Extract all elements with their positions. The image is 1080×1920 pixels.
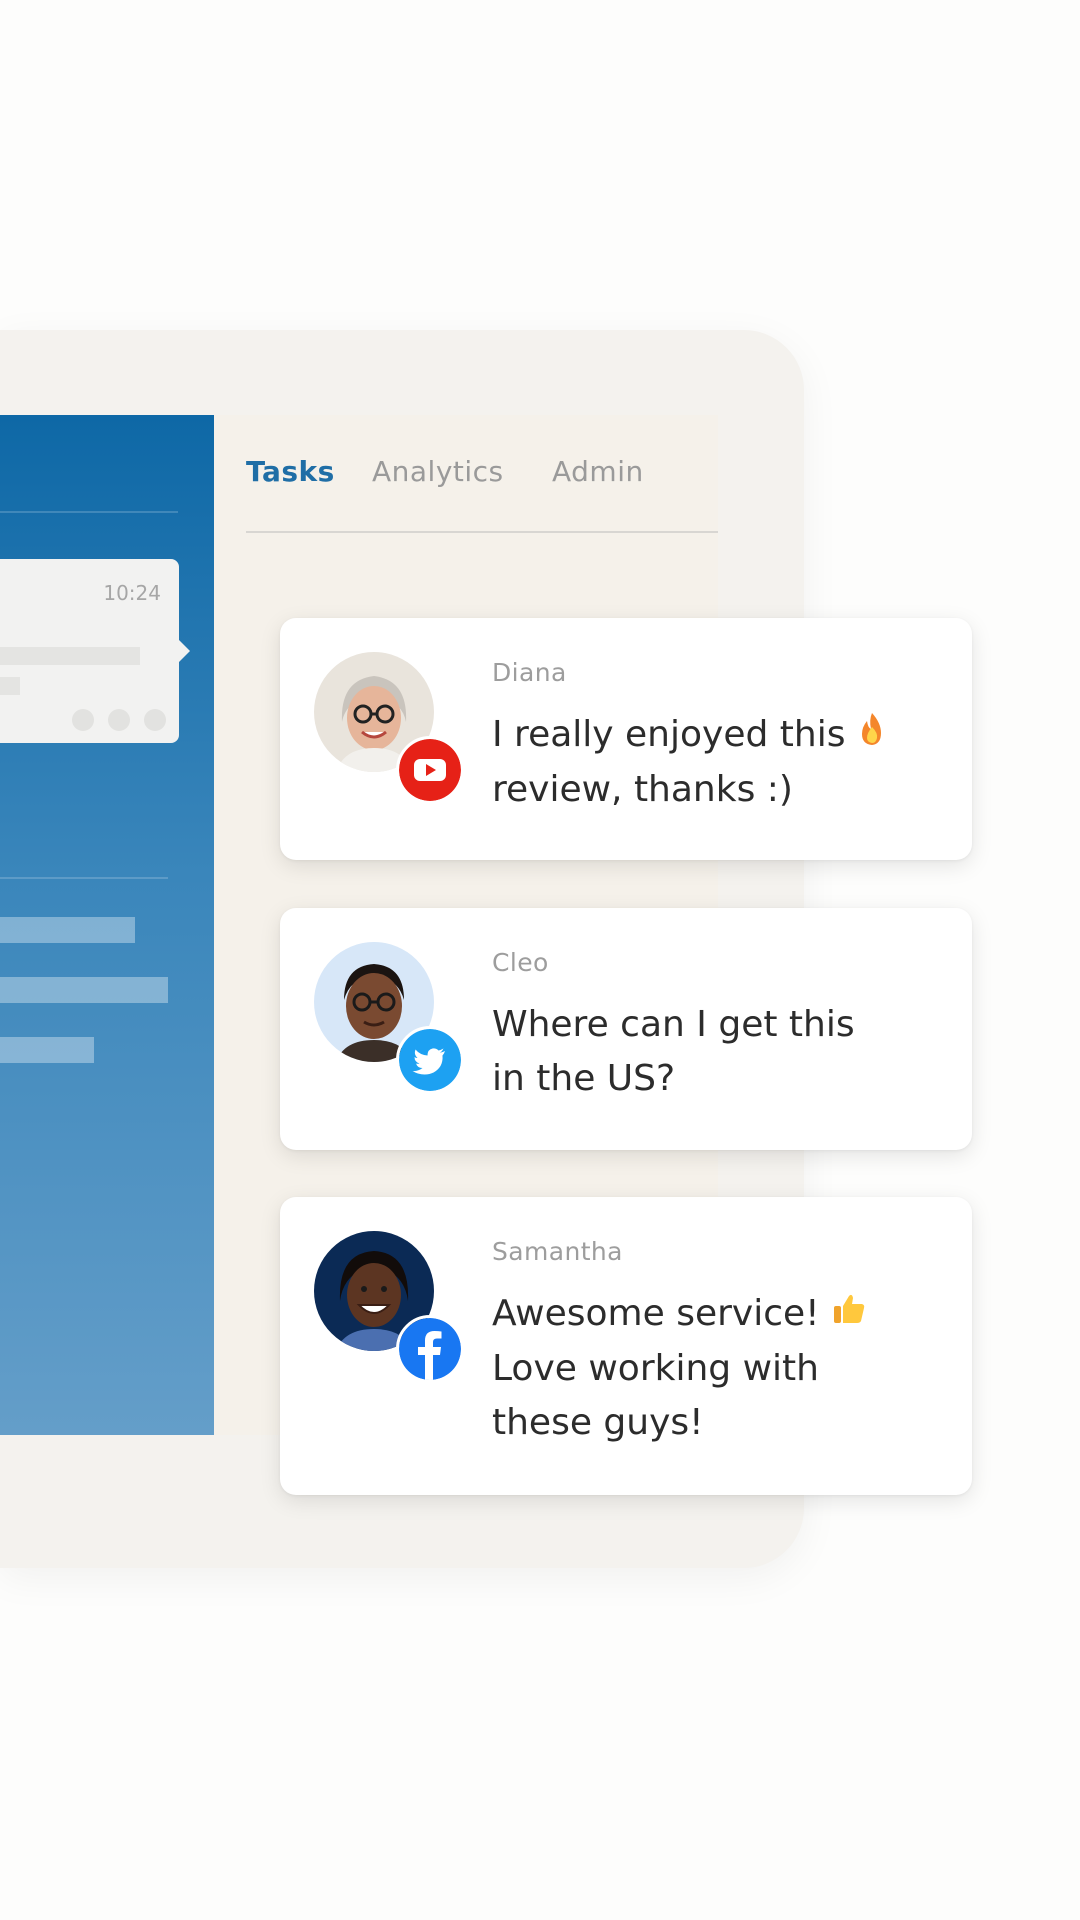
- comment-line: in the US?: [492, 1058, 676, 1099]
- chat-preview-line: [0, 677, 20, 695]
- youtube-icon: [396, 736, 464, 804]
- facebook-icon: [396, 1315, 464, 1383]
- chat-preview-line: [0, 647, 140, 665]
- chat-preview-dot: [144, 709, 166, 731]
- chat-preview-time: 10:24: [103, 581, 161, 605]
- commenter-name: Samantha: [492, 1237, 623, 1266]
- comment-card[interactable]: Diana I really enjoyed this review, than…: [280, 618, 972, 860]
- avatar-group: [314, 652, 464, 804]
- comment-card[interactable]: Cleo Where can I get this in the US?: [280, 908, 972, 1150]
- sidebar-placeholder-line: [0, 1037, 94, 1063]
- sidebar-divider: [0, 511, 178, 513]
- tab-admin[interactable]: Admin: [552, 455, 644, 488]
- sidebar-placeholder-line: [0, 917, 135, 943]
- comment-line: Where can I get this: [492, 1004, 855, 1045]
- chat-preview-bubble[interactable]: 10:24: [0, 559, 190, 743]
- chat-preview-dot: [108, 709, 130, 731]
- comment-text: Awesome service! Love working with these…: [492, 1287, 942, 1450]
- sidebar: 10:24: [0, 415, 214, 1435]
- chat-preview-tail: [178, 639, 190, 663]
- comment-card[interactable]: Samantha Awesome service! Love working w…: [280, 1197, 972, 1495]
- sidebar-placeholder-line: [0, 977, 168, 1003]
- commenter-name: Diana: [492, 658, 567, 687]
- tab-tasks[interactable]: Tasks: [246, 455, 335, 488]
- commenter-name: Cleo: [492, 948, 549, 977]
- avatar-group: [314, 1231, 464, 1383]
- tab-analytics[interactable]: Analytics: [372, 455, 504, 488]
- comment-line: Love working with: [492, 1348, 819, 1389]
- sidebar-divider: [0, 877, 168, 879]
- avatar-group: [314, 942, 464, 1094]
- comment-text: Where can I get this in the US?: [492, 998, 942, 1106]
- chat-preview-dot: [72, 709, 94, 731]
- comment-text: I really enjoyed this review, thanks :): [492, 708, 942, 817]
- comment-line: Awesome service!: [492, 1293, 820, 1334]
- comment-line: these guys!: [492, 1402, 704, 1443]
- comment-line: I really enjoyed this: [492, 714, 846, 755]
- twitter-icon: [396, 1026, 464, 1094]
- comment-line: review, thanks :): [492, 769, 793, 810]
- fire-emoji: [857, 709, 887, 763]
- thumbs-up-emoji: [831, 1288, 867, 1342]
- tab-bar: Tasks Analytics Admin: [246, 455, 718, 533]
